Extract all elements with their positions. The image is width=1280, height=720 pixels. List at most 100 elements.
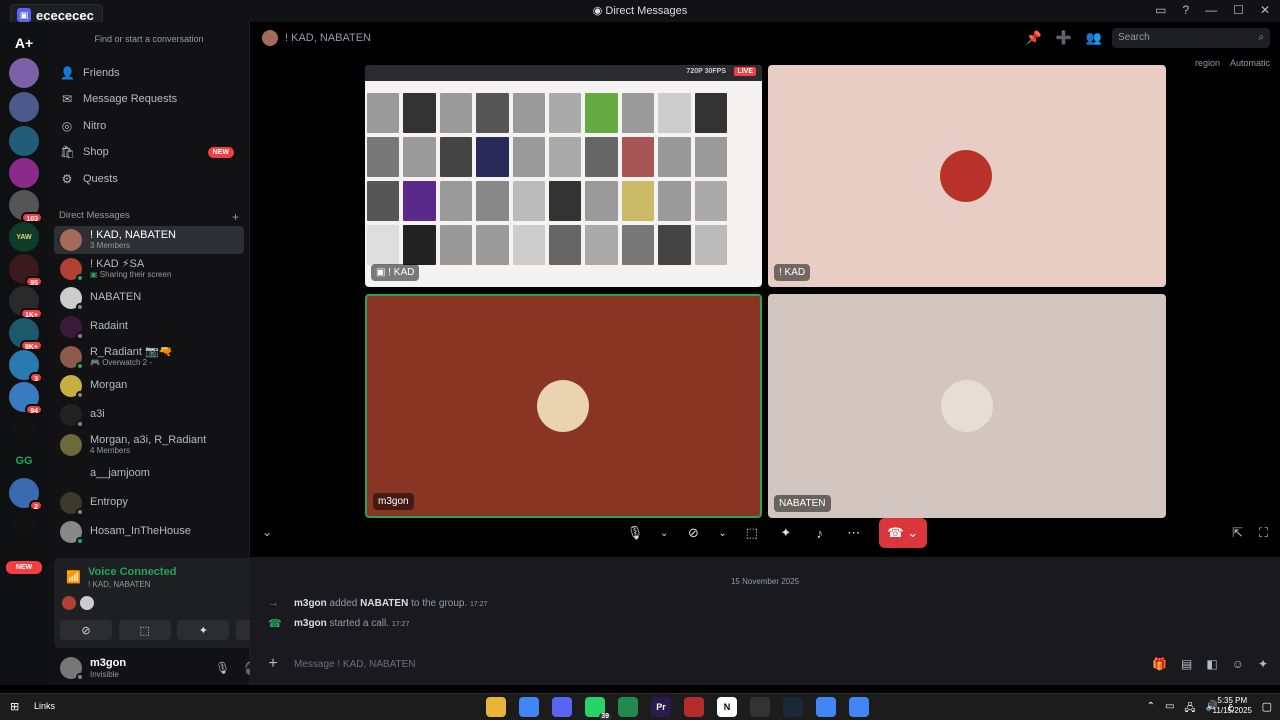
dm-item[interactable]: Morgan: [54, 372, 244, 400]
fullscreen-icon[interactable]: ⛶: [1259, 525, 1268, 541]
apps-icon[interactable]: ✦: [1258, 657, 1268, 671]
server-icon[interactable]: [9, 126, 39, 156]
dm-item[interactable]: a3i: [54, 401, 244, 429]
server-icon[interactable]: 95: [9, 254, 43, 287]
pin-icon[interactable]: 📌: [1025, 30, 1041, 46]
dm-item[interactable]: ! KAD ⚡SA ▣ Sharing their screen: [54, 255, 244, 283]
inbox-icon[interactable]: ▭: [1155, 3, 1166, 17]
dm-item[interactable]: Hosam_InTheHouse: [54, 518, 244, 546]
chevron-down-icon[interactable]: ⌄: [712, 518, 732, 548]
dm-item[interactable]: ! KAD, NABATEN 3 Members: [54, 226, 244, 254]
chevron-down-icon[interactable]: ⌄: [654, 518, 674, 548]
add-member-icon[interactable]: ➕: [1056, 30, 1072, 46]
nav-message-requests[interactable]: ✉ Message Requests: [54, 86, 244, 112]
voice-channel[interactable]: ! KAD, NABATEN: [88, 580, 151, 589]
system-message: ☎ m3gon started a call. 17:27: [268, 618, 410, 630]
server-rail: A+ 103 YAW 95 1K+ 9K+ 3 94 GG 2 NEW: [0, 22, 48, 685]
dm-item[interactable]: a__jamjoom: [54, 460, 244, 488]
network-icon[interactable]: 🖧: [1184, 701, 1195, 718]
avatar[interactable]: [60, 657, 84, 681]
dm-item[interactable]: Morgan, a3i, R_Radiant 4 Members: [54, 431, 244, 459]
server-icon[interactable]: 2: [9, 478, 43, 511]
server-icon[interactable]: [9, 414, 39, 444]
end-call-button[interactable]: ☎ ⌄: [878, 518, 927, 548]
avatar: [60, 287, 84, 311]
help-icon[interactable]: ?: [1182, 3, 1189, 17]
premiere-icon[interactable]: Pr: [651, 697, 671, 717]
attach-button[interactable]: +: [258, 655, 288, 673]
server-icon[interactable]: [9, 58, 39, 88]
clock[interactable]: 5:35 PM 11/15/2025: [1213, 696, 1252, 716]
sticker-icon[interactable]: ◧: [1206, 657, 1217, 671]
microphone-icon[interactable]: 🎙: [215, 661, 230, 675]
whatsapp-icon[interactable]: 39: [585, 697, 611, 720]
video-tile-screenshare[interactable]: 720P 30FPS LIVE ▣ ! KAD: [365, 65, 762, 287]
activities-button[interactable]: ✦: [771, 518, 801, 548]
gift-icon[interactable]: 🎁: [1152, 657, 1167, 671]
message-input[interactable]: + Message ! KAD, NABATEN 🎁 ▤ ◧ ☺ ✦: [258, 649, 1276, 679]
server-icon[interactable]: GG: [9, 446, 39, 476]
server-icon[interactable]: 9K+: [9, 318, 43, 351]
chrome-icon[interactable]: [519, 697, 539, 717]
server-icon[interactable]: 103: [9, 190, 43, 223]
server-icon[interactable]: 1K+: [9, 286, 43, 319]
server-icon[interactable]: YAW: [9, 222, 39, 252]
chevron-down-icon[interactable]: ⌄: [262, 525, 272, 539]
microphone-button[interactable]: 🎙: [620, 518, 650, 548]
discord-icon[interactable]: [552, 697, 572, 717]
share-screen-button[interactable]: ⬚: [737, 518, 767, 548]
chrome-2-icon[interactable]: [816, 697, 836, 717]
start-icon[interactable]: ⊞: [10, 700, 19, 713]
emoji-icon[interactable]: ☺: [1232, 657, 1244, 671]
minimize-button[interactable]: —: [1205, 3, 1217, 17]
dm-item[interactable]: NABATEN: [54, 284, 244, 312]
app-green-icon[interactable]: [618, 697, 638, 717]
dm-item[interactable]: R_Radiant 📷🔫 🎮 Overwatch 2 -: [54, 343, 244, 371]
video-tile[interactable]: ! KAD: [768, 65, 1166, 287]
activities-button[interactable]: ✦: [177, 620, 230, 640]
chrome-3-icon[interactable]: [849, 697, 869, 717]
video-tile[interactable]: NABATEN: [768, 294, 1166, 518]
unread-badge: 2: [29, 500, 43, 511]
nav-quests[interactable]: ⚙ Quests: [54, 166, 244, 192]
avatar: [60, 434, 82, 456]
voice-status[interactable]: Voice Connected: [88, 566, 176, 578]
camera-off-button[interactable]: ⊘: [60, 620, 112, 640]
share-screen-button[interactable]: ⬚: [118, 620, 171, 640]
close-button[interactable]: ✕: [1260, 3, 1270, 17]
server-icon[interactable]: [9, 158, 39, 188]
dm-item[interactable]: Radaint: [54, 313, 244, 341]
server-icon[interactable]: 94: [9, 382, 43, 415]
mail-icon: ✉: [61, 92, 73, 106]
gif-icon[interactable]: ▤: [1181, 657, 1192, 671]
app-circle-icon[interactable]: [750, 697, 770, 717]
server-icon[interactable]: [9, 510, 39, 540]
dm-item[interactable]: Entropy: [54, 489, 244, 517]
more-options-button[interactable]: ⋯: [839, 518, 869, 548]
popout-icon[interactable]: ⇱: [1232, 525, 1243, 541]
file-explorer-icon[interactable]: [486, 697, 506, 717]
steam-icon[interactable]: [783, 697, 803, 717]
region-selector[interactable]: region Automatic: [1195, 58, 1270, 68]
camera-off-button[interactable]: ⊘: [678, 518, 708, 548]
home-button[interactable]: A+: [9, 28, 39, 58]
links-toolbar[interactable]: Links: [34, 701, 55, 711]
search-input[interactable]: Search ⌕: [1112, 28, 1270, 48]
video-editor-icon[interactable]: [684, 697, 704, 717]
chevron-up-icon[interactable]: ⌃: [1147, 701, 1155, 718]
video-tile-speaking[interactable]: m3gon: [365, 294, 762, 518]
members-icon[interactable]: 👥: [1086, 30, 1102, 46]
new-badge: NEW: [207, 146, 234, 158]
notion-icon[interactable]: N: [717, 697, 737, 717]
server-icon[interactable]: 3: [9, 350, 43, 383]
nav-nitro[interactable]: ◎ Nitro: [54, 113, 244, 139]
maximize-button[interactable]: ☐: [1233, 3, 1244, 17]
notification-icon[interactable]: ▢: [1262, 700, 1272, 713]
add-dm-button[interactable]: +: [232, 210, 239, 224]
nav-friends[interactable]: 👤 Friends: [54, 60, 244, 86]
server-icon[interactable]: [9, 92, 39, 122]
display-icon[interactable]: ▭: [1165, 701, 1174, 718]
soundboard-button[interactable]: ♪: [805, 518, 835, 548]
nav-shop[interactable]: 🛍 Shop NEW: [54, 139, 244, 165]
find-conversation-input[interactable]: Find or start a conversation: [54, 28, 244, 50]
